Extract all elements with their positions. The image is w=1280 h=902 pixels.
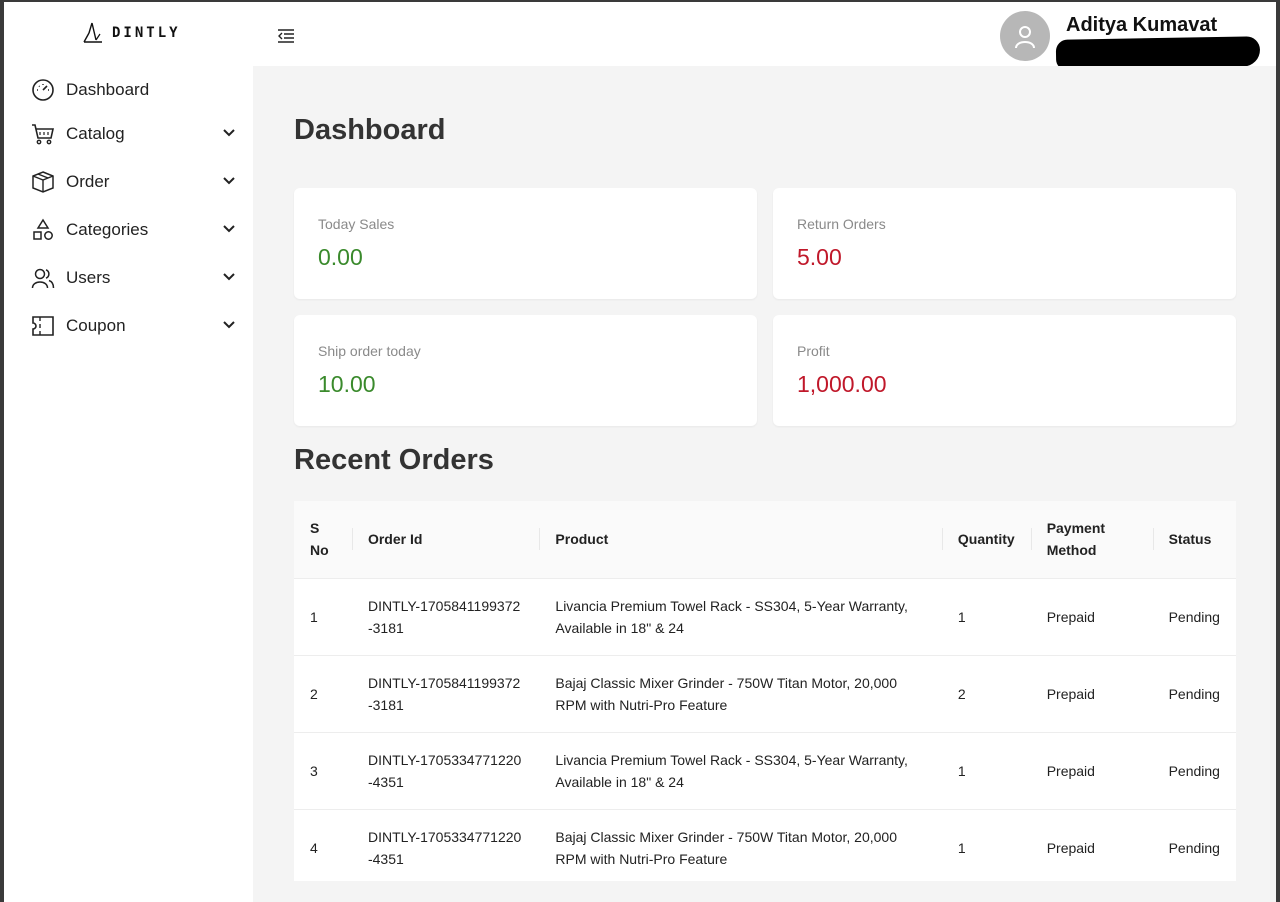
sidebar-item-users[interactable]: Users — [30, 263, 236, 293]
page-title: Dashboard — [294, 114, 446, 146]
cell-order-id: DINTLY-1705841199372-3181 — [367, 674, 521, 713]
cell-sno: 1 — [310, 608, 318, 625]
top-header: DINTLY Aditya Kumavat — [4, 2, 1276, 70]
sidebar-item-dashboard[interactable]: Dashboard — [30, 75, 236, 105]
cell-product: Livancia Premium Towel Rack - SS304, 5-Y… — [555, 751, 908, 790]
table-row[interactable]: 3 DINTLY-1705334771220-4351 Livancia Pre… — [294, 732, 1236, 809]
sidebar-item-label: Order — [66, 172, 110, 191]
column-header-product[interactable]: Product — [539, 501, 942, 578]
menu-collapse-icon — [278, 29, 294, 43]
cell-order-id: DINTLY-1705334771220-4351 — [367, 828, 522, 867]
users-icon — [30, 265, 56, 291]
cell-payment-method: Prepaid — [1046, 608, 1095, 625]
cell-product: Bajaj Classic Mixer Grinder - 750W Titan… — [555, 674, 897, 713]
cell-payment-method: Prepaid — [1046, 839, 1095, 856]
cell-product: Bajaj Classic Mixer Grinder - 750W Titan… — [555, 828, 897, 867]
sidebar-item-catalog[interactable]: Catalog — [30, 119, 236, 149]
table-row[interactable]: 1 DINTLY-1705841199372-3181 Livancia Pre… — [294, 578, 1236, 655]
cell-status: Pending — [1168, 839, 1220, 856]
logo-mark-icon — [83, 22, 102, 43]
cell-quantity: 1 — [957, 608, 966, 625]
box-icon — [30, 169, 56, 195]
column-header-order-id[interactable]: Order Id — [351, 501, 539, 578]
logo-text: DINTLY — [112, 25, 181, 41]
chevron-down-icon[interactable] — [222, 126, 236, 140]
column-header-quantity[interactable]: Quantity — [941, 501, 1031, 578]
stat-value: 1,000.00 — [797, 371, 887, 397]
cell-status: Pending — [1168, 685, 1220, 702]
cell-order-id: DINTLY-1705334771220-4351 — [367, 751, 522, 790]
stat-value: 0.00 — [318, 244, 363, 270]
stat-value: 10.00 — [318, 371, 376, 397]
stat-card-profit: Profit 1,000.00 — [773, 315, 1236, 426]
redacted-overlay — [1055, 36, 1261, 70]
sidebar-item-label: Dashboard — [66, 80, 150, 99]
user-avatar[interactable] — [1000, 11, 1050, 61]
speedometer-icon — [30, 77, 56, 103]
window-frame-right — [1276, 0, 1280, 902]
cell-payment-method: Prepaid — [1046, 685, 1095, 702]
stat-label: Today Sales — [318, 216, 395, 232]
stat-card-today-sales: Today Sales 0.00 — [294, 188, 757, 299]
cell-sno: 4 — [310, 839, 318, 856]
sidebar-toggle-button[interactable] — [276, 26, 296, 46]
cell-quantity: 2 — [957, 685, 966, 702]
chevron-down-icon[interactable] — [222, 318, 236, 332]
recent-orders-title: Recent Orders — [294, 444, 494, 476]
user-avatar-icon — [1015, 26, 1035, 49]
cell-sno: 2 — [310, 685, 318, 702]
stat-label: Profit — [797, 343, 830, 359]
cell-sno: 3 — [310, 762, 318, 779]
sidebar-item-categories[interactable]: Categories — [30, 215, 236, 245]
cell-quantity: 1 — [957, 839, 966, 856]
stat-label: Return Orders — [797, 216, 886, 232]
brand-logo[interactable]: DINTLY — [80, 20, 181, 46]
coupon-icon — [30, 313, 56, 339]
chevron-down-icon[interactable] — [222, 174, 236, 188]
stat-label: Ship order today — [318, 343, 421, 359]
sidebar-item-label: Users — [66, 268, 111, 287]
sidebar-item-label: Coupon — [66, 316, 126, 335]
sidebar-item-coupon[interactable]: Coupon — [30, 311, 236, 341]
sidebar-item-label: Catalog — [66, 124, 125, 143]
cell-status: Pending — [1168, 608, 1220, 625]
chevron-down-icon[interactable] — [222, 222, 236, 236]
sidebar: Dashboard Catalog Order Categories Users… — [4, 66, 253, 902]
user-name[interactable]: Aditya Kumavat — [1066, 14, 1217, 37]
cart-icon — [30, 121, 56, 147]
stat-card-return-orders: Return Orders 5.00 — [773, 188, 1236, 299]
cell-product: Livancia Premium Towel Rack - SS304, 5-Y… — [555, 597, 908, 636]
recent-orders-table: S No Order Id Product Quantity Payment M… — [294, 501, 1236, 881]
chevron-down-icon[interactable] — [222, 270, 236, 284]
shapes-icon — [30, 217, 56, 243]
cell-payment-method: Prepaid — [1046, 762, 1095, 779]
cell-quantity: 1 — [957, 762, 966, 779]
stat-value: 5.00 — [797, 244, 842, 270]
main-content: Dashboard Today Sales 0.00 Return Orders… — [253, 66, 1276, 902]
table-row[interactable]: 2 DINTLY-1705841199372-3181 Bajaj Classi… — [294, 655, 1236, 732]
column-header-payment-method[interactable]: Payment Method — [1030, 501, 1153, 578]
stat-card-ship-order-today: Ship order today 10.00 — [294, 315, 757, 426]
column-header-sno[interactable]: S No — [294, 501, 352, 578]
table-row[interactable]: 4 DINTLY-1705334771220-4351 Bajaj Classi… — [294, 809, 1236, 881]
cell-status: Pending — [1168, 762, 1220, 779]
sidebar-item-label: Categories — [66, 220, 149, 239]
cell-order-id: DINTLY-1705841199372-3181 — [367, 597, 521, 636]
sidebar-item-order[interactable]: Order — [30, 167, 236, 197]
column-header-status[interactable]: Status — [1152, 501, 1236, 578]
table-header-row: S No Order Id Product Quantity Payment M… — [294, 501, 1236, 578]
